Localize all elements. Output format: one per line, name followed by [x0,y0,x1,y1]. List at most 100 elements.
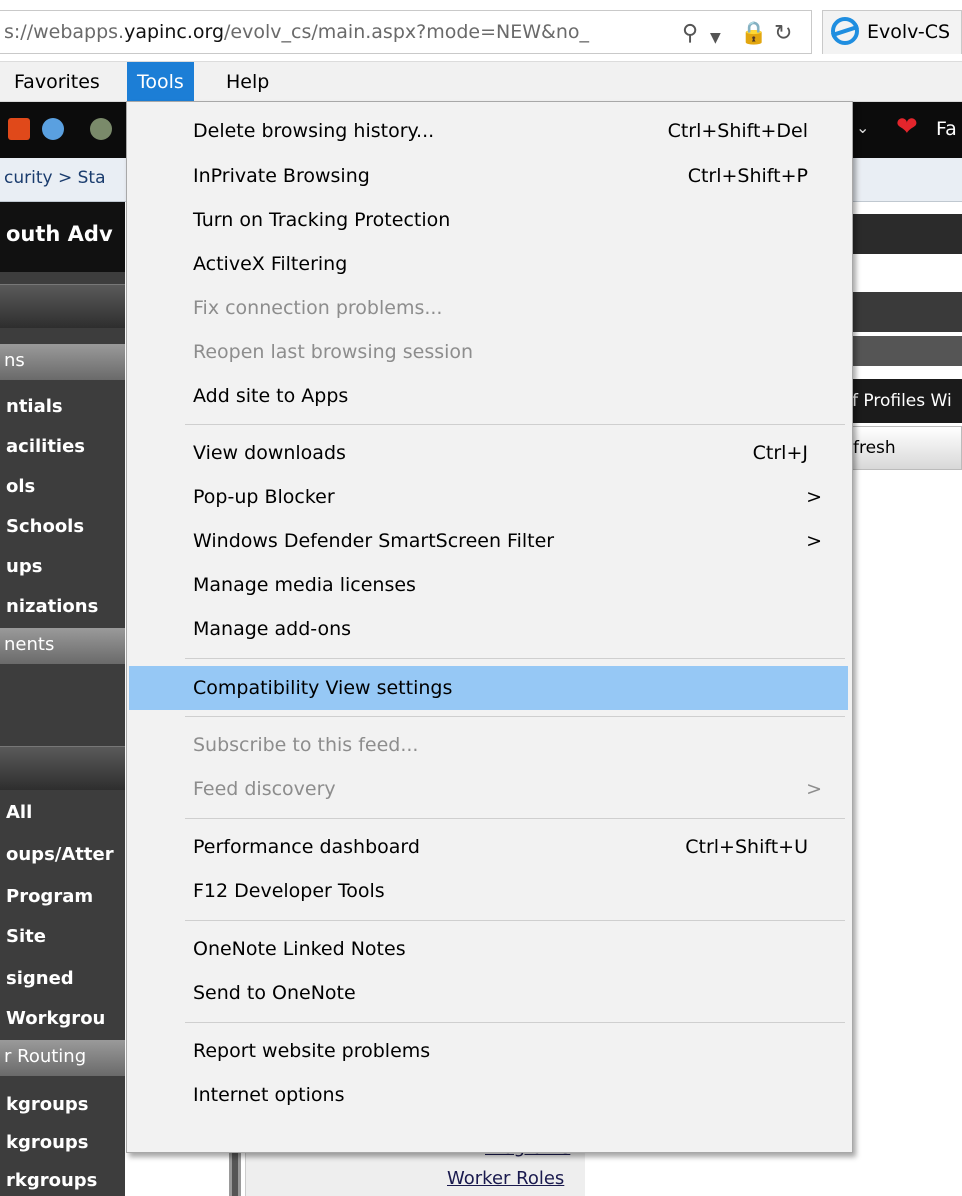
menu-separator [185,818,845,819]
heart-icon[interactable]: ❤ [896,112,918,142]
menu-item-inprivate-browsing[interactable]: InPrivate Browsing Ctrl+Shift+P [129,157,848,195]
menu-item-label: Pop-up Blocker [193,486,335,508]
menu-separator [185,424,845,425]
url-input[interactable]: s://webapps.yapinc.org/evolv_cs/main.asp… [0,10,812,54]
clock-icon[interactable] [90,118,112,140]
menu-separator [185,716,845,717]
nav-item[interactable]: nizations [0,596,125,617]
menu-item-onenote-linked-notes[interactable]: OneNote Linked Notes [129,930,848,968]
menu-separator [185,658,845,659]
menu-item-label: InPrivate Browsing [193,165,370,187]
menu-item-label: Performance dashboard [193,836,420,858]
menu-item-add-site-to-apps[interactable]: Add site to Apps [129,377,848,415]
lock-icon[interactable]: 🔒 [740,23,767,45]
tab-title: Evolv-CS [867,21,951,43]
menu-bar: Favorites Tools Help [0,62,962,102]
refresh-button[interactable]: fresh [852,426,962,470]
menu-item-activex-filtering[interactable]: ActiveX Filtering [129,245,848,283]
nav-item[interactable]: kgroups [0,1132,125,1153]
menu-item-label: Report website problems [193,1040,431,1062]
right-band [852,214,962,254]
menu-item-reopen-last-session[interactable]: Reopen last browsing session [129,333,848,371]
menu-item-label: Manage add-ons [193,618,352,640]
chevron-down-icon[interactable]: ⌄ [856,118,878,140]
menu-item-performance-dashboard[interactable]: Performance dashboard Ctrl+Shift+U [129,828,848,866]
menu-item-manage-addons[interactable]: Manage add-ons [129,610,848,648]
menu-item-tracking-protection[interactable]: Turn on Tracking Protection [129,201,848,239]
menu-item-shortcut: Ctrl+Shift+P [687,165,808,187]
url-text: s://webapps.yapinc.org/evolv_cs/main.asp… [4,21,589,43]
nav-item[interactable]: ols [0,476,125,497]
dropdown-arrow-icon[interactable]: ▼ [710,27,721,49]
right-band [852,336,962,366]
nav-item[interactable]: Schools [0,516,125,537]
menu-item-shortcut: Ctrl+Shift+Del [667,120,808,142]
menu-item-internet-options[interactable]: Internet options [129,1076,848,1114]
toolbar-orange-icon[interactable] [8,118,30,140]
eye-icon[interactable] [42,118,64,140]
menu-tools[interactable]: Tools [127,62,194,102]
menu-item-manage-media-licenses[interactable]: Manage media licenses [129,566,848,604]
search-icon[interactable]: ⚲ [682,23,698,45]
menu-item-report-website-problems[interactable]: Report website problems [129,1032,848,1070]
menu-item-label: Feed discovery [193,778,336,800]
menu-item-label: Add site to Apps [193,385,349,407]
nav-item[interactable]: Workgrou [0,1008,125,1029]
menu-item-f12-developer-tools[interactable]: F12 Developer Tools [129,872,848,910]
nav-item[interactable]: All [0,802,125,823]
menu-item-compatibility-view-settings[interactable]: Compatibility View settings [129,666,848,710]
menu-item-label: F12 Developer Tools [193,880,385,902]
browser-tab[interactable]: Evolv-CS [822,10,962,54]
menu-item-label: Compatibility View settings [193,677,453,699]
menu-item-feed-discovery[interactable]: Feed discovery > [129,770,848,808]
menu-item-popup-blocker[interactable]: Pop-up Blocker > [129,478,848,516]
nav-item[interactable]: acilities [0,436,125,457]
right-band [852,292,962,332]
menu-item-send-to-onenote[interactable]: Send to OneNote [129,974,848,1012]
menu-item-label: Delete browsing history... [193,120,435,142]
profiles-header: f Profiles Wi [852,379,962,423]
menu-item-label: Turn on Tracking Protection [193,209,451,231]
menu-item-label: Manage media licenses [193,574,416,596]
left-nav: outh Adv ns ntials acilities ols Schools… [0,202,125,1196]
menu-help[interactable]: Help [216,62,279,102]
nav-item[interactable]: rkgroups [0,1170,125,1191]
refresh-icon[interactable]: ↻ [774,23,792,45]
nav-item[interactable]: kgroups [0,1094,125,1115]
nav-section-header[interactable]: r Routing [0,1040,125,1076]
menu-item-label: Internet options [193,1084,345,1106]
menu-item-label: View downloads [193,442,346,464]
menu-item-label: Fix connection problems... [193,297,443,319]
right-panel: f Profiles Wi fresh [852,202,962,502]
menu-item-label: Windows Defender SmartScreen Filter [193,530,555,552]
nav-item[interactable]: Site [0,926,125,947]
menu-favorites[interactable]: Favorites [4,62,110,102]
menu-item-view-downloads[interactable]: View downloads Ctrl+J [129,434,848,472]
nav-item[interactable]: oups/Atter [0,844,125,865]
toolbar-favorites-text[interactable]: Fa [936,118,957,140]
menu-item-shortcut: Ctrl+Shift+U [685,836,808,858]
nav-section-header[interactable]: nents [0,628,125,664]
menu-item-delete-browsing-history[interactable]: Delete browsing history... Ctrl+Shift+De… [129,112,848,150]
menu-item-smartscreen-filter[interactable]: Windows Defender SmartScreen Filter > [129,522,848,560]
menu-item-label: OneNote Linked Notes [193,938,406,960]
menu-item-label: Subscribe to this feed... [193,734,419,756]
nav-item[interactable]: ups [0,556,125,577]
nav-section-header[interactable]: ns [0,344,125,380]
menu-item-shortcut: Ctrl+J [752,442,808,464]
menu-item-subscribe-feed[interactable]: Subscribe to this feed... [129,726,848,764]
menu-separator [185,1022,845,1023]
ie-icon [831,17,859,45]
breadcrumb[interactable]: curity > Sta [4,168,106,188]
nav-band [0,746,125,790]
app-title: outh Adv [0,202,125,272]
submenu-arrow-icon: > [806,486,822,508]
submenu-arrow-icon: > [806,530,822,552]
menu-item-fix-connection-problems[interactable]: Fix connection problems... [129,289,848,327]
nav-item[interactable]: ntials [0,396,125,417]
worker-roles-link[interactable]: Worker Roles [447,1168,564,1189]
nav-item[interactable]: signed [0,968,125,989]
menu-item-label: ActiveX Filtering [193,253,348,275]
nav-item[interactable]: Program [0,886,125,907]
nav-band [0,284,125,328]
